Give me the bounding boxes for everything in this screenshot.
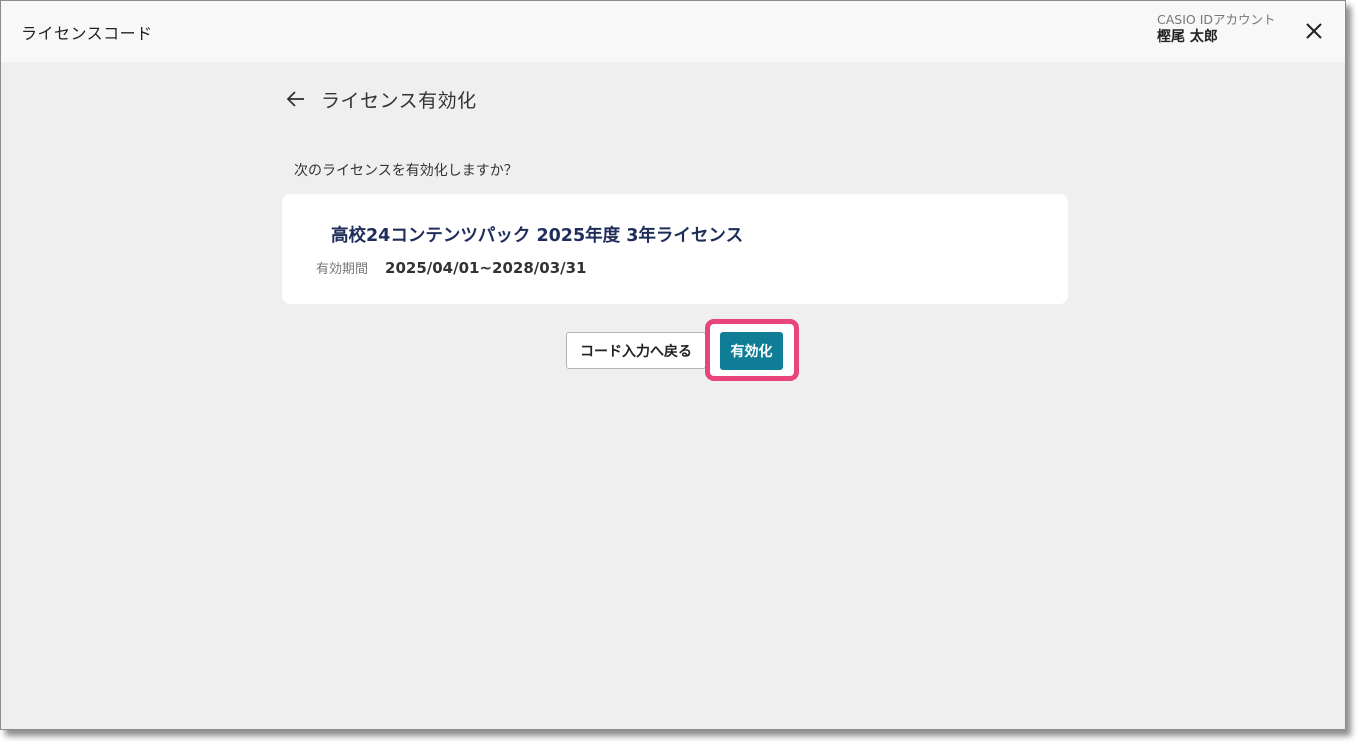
page-header: ライセンス有効化 [284,85,477,113]
back-to-code-entry-button[interactable]: コード入力へ戻る [566,332,706,369]
validity-value: 2025/04/01~2028/03/31 [385,259,587,277]
account-label: CASIO IDアカウント [1157,12,1276,27]
account-user-name: 樫尾 太郎 [1157,29,1218,45]
validity-row: 有効期間 2025/04/01~2028/03/31 [316,258,587,277]
close-icon [1306,23,1322,39]
arrow-left-icon [286,91,304,107]
confirmation-prompt: 次のライセンスを有効化しますか？ [294,163,518,179]
license-window: ライセンスコード CASIO IDアカウント 樫尾 太郎 ライセンス有効化 次の… [0,0,1346,730]
validity-label: 有効期間 [316,262,369,277]
close-button[interactable] [1304,21,1324,41]
license-card: 高校24コンテンツパック 2025年度 3年ライセンス 有効期間 2025/04… [282,194,1068,304]
page-title: ライセンス有効化 [321,89,477,112]
app-header: ライセンスコード CASIO IDアカウント 樫尾 太郎 [1,1,1345,62]
activate-button[interactable]: 有効化 [720,332,783,370]
account-info: CASIO IDアカウント 樫尾 太郎 [1157,12,1297,46]
app-title: ライセンスコード [21,24,153,43]
license-name: 高校24コンテンツパック 2025年度 3年ライセンス [331,226,744,246]
back-button[interactable] [284,87,308,111]
